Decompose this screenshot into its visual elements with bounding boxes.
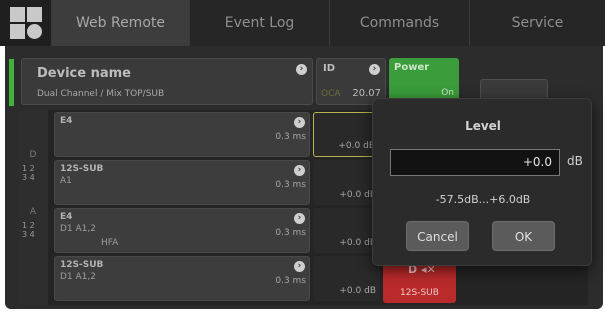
hfa-label: HFA — [101, 238, 119, 248]
info-icon[interactable]: › — [369, 64, 380, 75]
level-input[interactable]: +0.0 — [390, 149, 560, 176]
power-label: Power — [394, 62, 430, 73]
mute-speaker-name: 12S-SUB — [400, 288, 439, 298]
channel-row[interactable]: 12S-SUB A1 › 0.3 ms — [54, 160, 310, 205]
cancel-button[interactable]: Cancel — [406, 221, 469, 251]
channel-row[interactable]: E4 › 0.3 ms — [54, 112, 310, 157]
info-icon[interactable]: › — [294, 261, 305, 272]
gain-field[interactable]: +0.0 dB — [313, 208, 380, 253]
power-state: On — [441, 88, 454, 98]
tab-commands[interactable]: Commands — [330, 0, 470, 46]
channel-side-strip: D 1 2 3 4 A 1 2 3 4 — [18, 110, 48, 305]
channel-a-row2: 3 4 — [22, 230, 35, 239]
level-range: -57.5dB...+6.0dB — [435, 193, 531, 206]
device-type: Dual Channel / Mix TOP/SUB — [37, 89, 165, 99]
level-dialog: Level +0.0 dB -57.5dB...+6.0dB Cancel OK — [372, 98, 592, 266]
oca-label: OCA — [321, 89, 341, 99]
id-label: ID — [323, 63, 336, 74]
delay-value: 0.3 ms — [275, 228, 306, 238]
delay-value: 0.3 ms — [275, 132, 306, 142]
logo-square — [10, 24, 25, 39]
gain-value: +0.0 dB — [339, 190, 376, 200]
level-unit: dB — [567, 154, 583, 168]
status-indicator — [9, 59, 14, 106]
speaker-name: 12S-SUB — [60, 164, 104, 174]
info-icon[interactable]: › — [294, 117, 305, 128]
channel-row[interactable]: E4 D1 A1,2 HFA › 0.3 ms — [54, 208, 310, 253]
channel-d-label: D — [29, 150, 37, 160]
speaker-name: E4 — [60, 212, 73, 222]
channel-a-row1: 1 2 — [22, 221, 35, 230]
ok-button[interactable]: OK — [492, 221, 555, 251]
channel-d-numbers: 1 2 3 4 — [22, 164, 46, 182]
delay-value: 0.3 ms — [275, 276, 306, 286]
app-logo-icon[interactable] — [0, 0, 52, 46]
info-icon[interactable]: › — [296, 64, 307, 75]
speaker-assignment: D1 A1,2 — [60, 224, 96, 234]
gain-value: +0.0 dB — [339, 286, 376, 296]
speaker-name: E4 — [60, 116, 73, 126]
speaker-assignment: D1 A1,2 — [60, 272, 96, 282]
tab-web-remote[interactable]: Web Remote — [52, 0, 190, 46]
gain-field[interactable]: +0.0 dB — [313, 160, 380, 205]
device-header[interactable]: Device name Dual Channel / Mix TOP/SUB › — [9, 58, 313, 106]
gain-value: +0.0 dB — [339, 238, 376, 248]
logo-square — [10, 7, 25, 22]
device-name: Device name — [37, 66, 131, 81]
channel-row[interactable]: 12S-SUB D1 A1,2 › 0.3 ms — [54, 256, 310, 301]
channel-d-row2: 3 4 — [22, 173, 35, 182]
gain-value: +0.0 dB — [338, 141, 375, 151]
channel-d-row1: 1 2 — [22, 164, 35, 173]
delay-value: 0.3 ms — [275, 180, 306, 190]
info-icon[interactable]: › — [294, 213, 305, 224]
top-tab-bar: Web Remote Event Log Commands Service — [0, 0, 605, 46]
tab-event-log[interactable]: Event Log — [190, 0, 330, 46]
tab-service[interactable]: Service — [470, 0, 605, 46]
info-icon[interactable]: › — [294, 165, 305, 176]
dialog-title: Level — [465, 119, 501, 133]
speaker-assignment: A1 — [60, 176, 72, 186]
channel-a-numbers: 1 2 3 4 — [22, 221, 46, 239]
gain-field[interactable]: +0.0 dB — [313, 112, 380, 157]
speaker-name: 12S-SUB — [60, 260, 104, 270]
channel-a-label: A — [29, 207, 37, 217]
logo-square — [27, 7, 42, 22]
gain-field[interactable]: +0.0 dB — [313, 256, 380, 301]
logo-circle — [27, 24, 42, 39]
